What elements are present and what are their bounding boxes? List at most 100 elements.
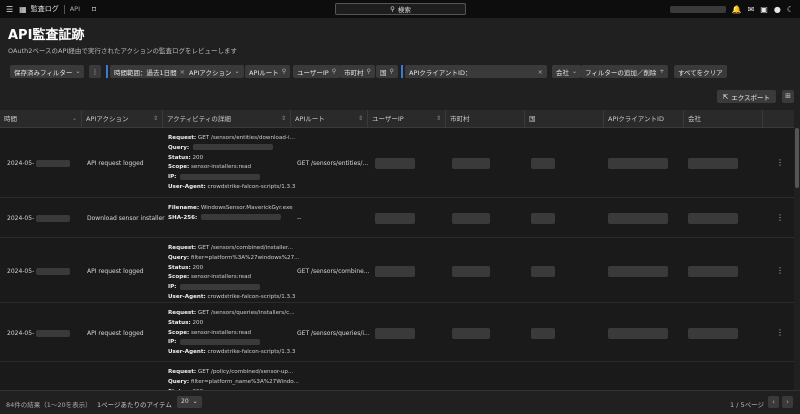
row-time: 2024-05- xyxy=(7,160,35,167)
next-page-button[interactable]: › xyxy=(782,396,793,408)
notification-bell-icon[interactable]: 🔔 xyxy=(732,5,742,14)
more-options-button[interactable]: ⋮ xyxy=(89,65,101,78)
api-action-filter[interactable]: APIアクション ⌄ xyxy=(185,65,244,78)
plus-icon: + xyxy=(659,68,665,75)
column-header-activity-details[interactable]: アクティビティの詳細 ⇕ xyxy=(163,110,291,128)
api-client-id-filter[interactable]: APIクライアントID： × xyxy=(405,65,547,78)
detail-value: GET /sensors/entities/download-i... xyxy=(196,135,295,141)
row-api-route: GET /sensors/combine... xyxy=(297,267,370,275)
detail-value: sensor-installers:read xyxy=(189,329,252,336)
close-icon[interactable]: × xyxy=(538,68,543,76)
city-filter[interactable]: 市町村 ⚲ xyxy=(340,65,375,78)
detail-value: 200 xyxy=(190,154,204,161)
api-route-label: APIルート xyxy=(249,68,279,77)
detail-line: User-Agent: crowdstrike-falcon-scripts/1… xyxy=(168,293,299,303)
column-header-label: APIルート xyxy=(295,115,325,123)
export-icon: ⇱ xyxy=(722,92,729,101)
detail-value: filter=platform_name%3A%27Windo... xyxy=(189,378,299,385)
time-redacted xyxy=(36,329,70,337)
column-settings-button[interactable]: ⊞ xyxy=(782,90,794,103)
dark-mode-icon[interactable]: ☾ xyxy=(787,5,794,14)
column-header-country[interactable]: 国 xyxy=(525,110,604,128)
column-header-label: APIアクション xyxy=(86,115,129,123)
row-api-action: Download sensor installer xyxy=(87,215,165,222)
sort-icon[interactable]: ⇕ xyxy=(281,110,286,128)
time-range-filter[interactable]: 時間範囲：過去1日間 × xyxy=(110,65,190,78)
user-ip-filter[interactable]: ユーザーIP ⚲ xyxy=(293,65,341,78)
add-remove-filters-button[interactable]: フィルターの追加／削除 + xyxy=(581,65,669,78)
user-ip-label: ユーザーIP xyxy=(297,68,329,77)
page-header: API監査証跡 OAuth2ベースのAPI経由で実行されたアクションの監査ログを… xyxy=(0,18,800,62)
table-row[interactable]: 2024-05- API request logged Request: GET /… xyxy=(0,238,794,303)
detail-line: IP: xyxy=(168,283,299,293)
clear-all-button[interactable]: すべてをクリア xyxy=(674,65,727,78)
country-redacted xyxy=(531,265,555,277)
search-input[interactable]: ⚲ 検索 xyxy=(335,3,466,15)
column-header-api-client-id[interactable]: APIクライアントID xyxy=(604,110,684,128)
row-actions-menu-icon[interactable]: ⋮ xyxy=(776,213,784,222)
items-per-page-select[interactable]: 20 ⌄ xyxy=(177,396,202,408)
sort-icon[interactable]: ⇕ xyxy=(358,110,363,128)
detail-key: Request: xyxy=(168,245,197,251)
company-filter[interactable]: 会社 ⌄ xyxy=(552,65,582,78)
table-row[interactable]: Request: GET /policy/combined/sensor-up.… xyxy=(0,362,794,390)
table-row[interactable]: 2024-05- Download sensor installer Filenam… xyxy=(0,198,794,238)
row-time: 2024-05- xyxy=(7,267,35,275)
detail-line: Filename: WindowsSensor.MaverickGyr.exe xyxy=(168,204,293,214)
bookmark-icon[interactable]: ⌑ xyxy=(92,5,96,14)
column-header-label: 会社 xyxy=(688,115,701,123)
api-route-filter[interactable]: APIルート ⚲ xyxy=(245,65,291,78)
saved-filters-dropdown[interactable]: 保存済みフィルター ⌄ xyxy=(10,65,85,78)
sort-icon[interactable]: ⇕ xyxy=(153,110,158,128)
column-header-time[interactable]: 時間 ⌄ xyxy=(0,110,82,128)
detail-value: crowdstrike-falcon-scripts/1.3.3 xyxy=(205,293,296,300)
table-row[interactable]: 2024-05- API request logged Request: GET /… xyxy=(0,128,794,198)
detail-value: sensor-installers:read xyxy=(189,274,252,281)
vertical-scrollbar[interactable] xyxy=(794,110,800,390)
search-label: 検索 xyxy=(397,6,411,14)
column-header-label: APIクライアントID xyxy=(608,115,664,123)
message-icon[interactable]: ✉ xyxy=(748,5,755,14)
sort-icon[interactable]: ⇕ xyxy=(436,110,441,128)
column-header-api-route[interactable]: APIルート ⇕ xyxy=(291,110,368,128)
table-row[interactable]: 2024-05- API request logged Request: GET /… xyxy=(0,303,794,362)
detail-key: User-Agent: xyxy=(168,349,206,356)
export-button[interactable]: ⇱ エクスポート xyxy=(716,90,776,103)
language-icon[interactable]: ▣ xyxy=(760,5,768,14)
user-icon[interactable]: ● xyxy=(774,5,781,14)
detail-line: Request: GET /sensors/combined/installer… xyxy=(168,244,299,254)
column-header-label: 市町村 xyxy=(450,115,470,123)
user-ip-redacted xyxy=(375,327,415,339)
time-redacted xyxy=(36,160,70,167)
top-nav: ☰ ▦ 監査ログ API ⌑ ⚲ 検索 🔔 ✉ ▣ ● ☾ xyxy=(0,0,800,18)
search-icon: ⚲ xyxy=(331,68,337,75)
scrollbar-thumb[interactable] xyxy=(795,128,799,188)
api-client-id-label: APIクライアントID： xyxy=(409,68,472,77)
column-header-api-action[interactable]: APIアクション ⇕ xyxy=(82,110,163,128)
grid-icon: ⊞ xyxy=(785,92,791,100)
detail-redacted xyxy=(180,283,261,290)
column-header-user-ip[interactable]: ユーザーIP ⇕ xyxy=(368,110,446,128)
sort-icon[interactable]: ⌄ xyxy=(72,110,77,128)
country-redacted xyxy=(531,327,555,339)
detail-key: User-Agent: xyxy=(168,293,206,300)
country-redacted xyxy=(531,213,555,224)
row-actions-menu-icon[interactable]: ⋮ xyxy=(776,328,784,337)
detail-line: Request: GET /sensors/entities/download-… xyxy=(168,134,295,144)
row-actions-menu-icon[interactable]: ⋮ xyxy=(776,158,784,167)
detail-key: Scope: xyxy=(168,329,190,336)
row-api-action: API request logged xyxy=(87,160,144,167)
detail-value: crowdstrike-falcon-scripts/1.3.3 xyxy=(205,183,296,190)
row-time: 2024-05- xyxy=(7,215,35,222)
row-actions-menu-icon[interactable]: ⋮ xyxy=(776,266,784,275)
menu-icon[interactable]: ☰ xyxy=(6,5,13,14)
column-header-label: 時間 xyxy=(4,115,17,123)
column-header-company[interactable]: 会社 xyxy=(684,110,763,128)
row-activity-details: Request: GET /policy/combined/sensor-up.… xyxy=(168,368,299,390)
column-header-city[interactable]: 市町村 xyxy=(446,110,525,128)
row-activity-details: Request: GET /sensors/combined/installer… xyxy=(168,244,299,303)
country-filter[interactable]: 国 ⚲ xyxy=(376,65,398,78)
api-client-id-redacted xyxy=(608,265,668,277)
prev-page-button[interactable]: ‹ xyxy=(768,396,779,408)
country-redacted xyxy=(531,158,555,169)
